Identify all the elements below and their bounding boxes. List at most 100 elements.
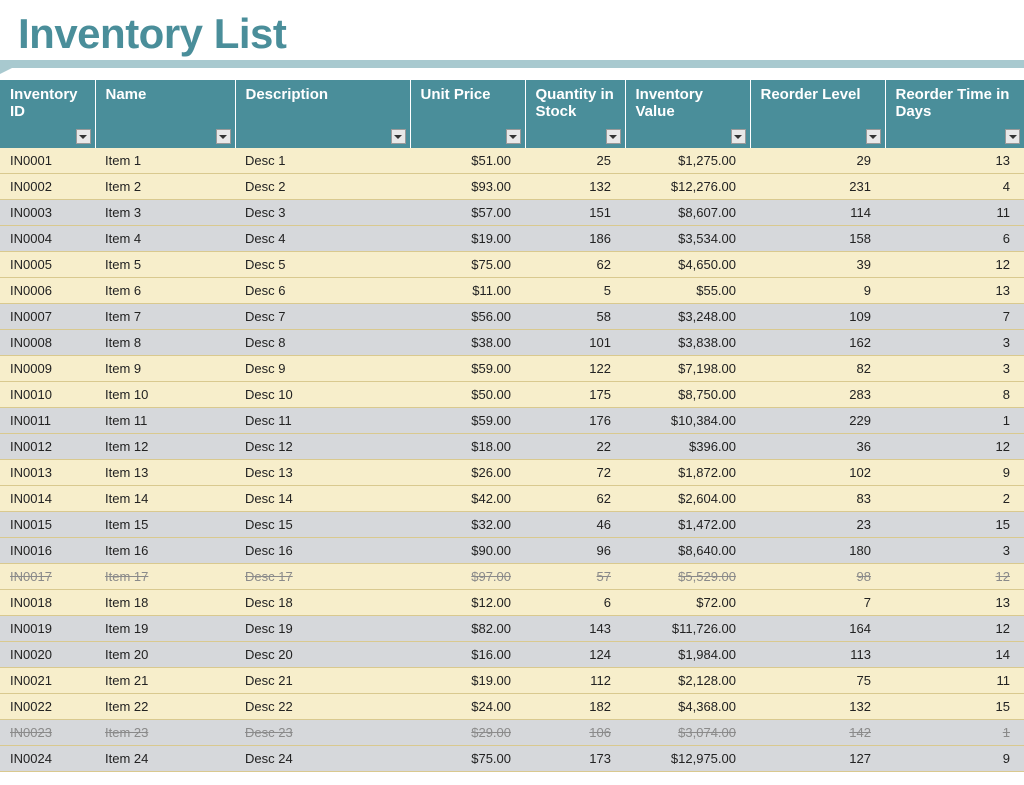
cell-name[interactable]: Item 12 <box>95 434 235 460</box>
cell-time[interactable]: 8 <box>885 382 1024 408</box>
cell-value[interactable]: $1,872.00 <box>625 460 750 486</box>
cell-qty[interactable]: 182 <box>525 694 625 720</box>
cell-price[interactable]: $19.00 <box>410 226 525 252</box>
cell-reorder[interactable]: 75 <box>750 668 885 694</box>
cell-name[interactable]: Item 11 <box>95 408 235 434</box>
cell-qty[interactable]: 5 <box>525 278 625 304</box>
cell-qty[interactable]: 132 <box>525 174 625 200</box>
cell-price[interactable]: $42.00 <box>410 486 525 512</box>
table-row[interactable]: IN0023Item 23Desc 23$29.00106$3,074.0014… <box>0 720 1024 746</box>
table-row[interactable]: IN0003Item 3Desc 3$57.00151$8,607.001141… <box>0 200 1024 226</box>
cell-reorder[interactable]: 127 <box>750 746 885 772</box>
cell-time[interactable]: 13 <box>885 590 1024 616</box>
cell-time[interactable]: 3 <box>885 330 1024 356</box>
cell-name[interactable]: Item 15 <box>95 512 235 538</box>
filter-dropdown-icon[interactable] <box>731 129 746 144</box>
cell-price[interactable]: $59.00 <box>410 356 525 382</box>
cell-desc[interactable]: Desc 8 <box>235 330 410 356</box>
table-row[interactable]: IN0005Item 5Desc 5$75.0062$4,650.003912 <box>0 252 1024 278</box>
cell-time[interactable]: 15 <box>885 512 1024 538</box>
filter-dropdown-icon[interactable] <box>506 129 521 144</box>
cell-desc[interactable]: Desc 9 <box>235 356 410 382</box>
column-header-price[interactable]: Unit Price <box>410 80 525 148</box>
cell-name[interactable]: Item 23 <box>95 720 235 746</box>
cell-value[interactable]: $3,074.00 <box>625 720 750 746</box>
cell-time[interactable]: 12 <box>885 616 1024 642</box>
cell-desc[interactable]: Desc 23 <box>235 720 410 746</box>
cell-reorder[interactable]: 114 <box>750 200 885 226</box>
cell-id[interactable]: IN0012 <box>0 434 95 460</box>
cell-time[interactable]: 3 <box>885 356 1024 382</box>
filter-dropdown-icon[interactable] <box>866 129 881 144</box>
table-row[interactable]: IN0016Item 16Desc 16$90.0096$8,640.00180… <box>0 538 1024 564</box>
cell-name[interactable]: Item 10 <box>95 382 235 408</box>
cell-price[interactable]: $82.00 <box>410 616 525 642</box>
cell-qty[interactable]: 62 <box>525 252 625 278</box>
cell-time[interactable]: 4 <box>885 174 1024 200</box>
cell-name[interactable]: Item 5 <box>95 252 235 278</box>
cell-qty[interactable]: 122 <box>525 356 625 382</box>
cell-value[interactable]: $12,975.00 <box>625 746 750 772</box>
cell-value[interactable]: $1,472.00 <box>625 512 750 538</box>
cell-reorder[interactable]: 39 <box>750 252 885 278</box>
table-row[interactable]: IN0004Item 4Desc 4$19.00186$3,534.001586 <box>0 226 1024 252</box>
cell-reorder[interactable]: 83 <box>750 486 885 512</box>
column-header-desc[interactable]: Description <box>235 80 410 148</box>
cell-qty[interactable]: 143 <box>525 616 625 642</box>
cell-name[interactable]: Item 21 <box>95 668 235 694</box>
cell-reorder[interactable]: 36 <box>750 434 885 460</box>
cell-value[interactable]: $11,726.00 <box>625 616 750 642</box>
cell-qty[interactable]: 106 <box>525 720 625 746</box>
cell-reorder[interactable]: 283 <box>750 382 885 408</box>
cell-id[interactable]: IN0008 <box>0 330 95 356</box>
table-row[interactable]: IN0008Item 8Desc 8$38.00101$3,838.001623 <box>0 330 1024 356</box>
cell-name[interactable]: Item 9 <box>95 356 235 382</box>
cell-desc[interactable]: Desc 24 <box>235 746 410 772</box>
cell-id[interactable]: IN0005 <box>0 252 95 278</box>
cell-value[interactable]: $1,984.00 <box>625 642 750 668</box>
cell-value[interactable]: $4,368.00 <box>625 694 750 720</box>
cell-desc[interactable]: Desc 3 <box>235 200 410 226</box>
cell-desc[interactable]: Desc 6 <box>235 278 410 304</box>
cell-name[interactable]: Item 20 <box>95 642 235 668</box>
table-row[interactable]: IN0006Item 6Desc 6$11.005$55.00913 <box>0 278 1024 304</box>
cell-id[interactable]: IN0013 <box>0 460 95 486</box>
cell-value[interactable]: $2,128.00 <box>625 668 750 694</box>
cell-price[interactable]: $38.00 <box>410 330 525 356</box>
cell-desc[interactable]: Desc 16 <box>235 538 410 564</box>
cell-reorder[interactable]: 142 <box>750 720 885 746</box>
cell-id[interactable]: IN0001 <box>0 148 95 174</box>
table-row[interactable]: IN0015Item 15Desc 15$32.0046$1,472.00231… <box>0 512 1024 538</box>
cell-price[interactable]: $75.00 <box>410 746 525 772</box>
table-row[interactable]: IN0010Item 10Desc 10$50.00175$8,750.0028… <box>0 382 1024 408</box>
cell-desc[interactable]: Desc 7 <box>235 304 410 330</box>
cell-value[interactable]: $8,607.00 <box>625 200 750 226</box>
cell-qty[interactable]: 173 <box>525 746 625 772</box>
filter-dropdown-icon[interactable] <box>391 129 406 144</box>
cell-desc[interactable]: Desc 13 <box>235 460 410 486</box>
cell-qty[interactable]: 72 <box>525 460 625 486</box>
cell-id[interactable]: IN0006 <box>0 278 95 304</box>
cell-qty[interactable]: 124 <box>525 642 625 668</box>
cell-name[interactable]: Item 24 <box>95 746 235 772</box>
cell-name[interactable]: Item 22 <box>95 694 235 720</box>
cell-id[interactable]: IN0011 <box>0 408 95 434</box>
cell-time[interactable]: 6 <box>885 226 1024 252</box>
table-row[interactable]: IN0018Item 18Desc 18$12.006$72.00713 <box>0 590 1024 616</box>
cell-reorder[interactable]: 132 <box>750 694 885 720</box>
column-header-value[interactable]: Inventory Value <box>625 80 750 148</box>
cell-price[interactable]: $56.00 <box>410 304 525 330</box>
cell-qty[interactable]: 176 <box>525 408 625 434</box>
column-header-id[interactable]: Inventory ID <box>0 80 95 148</box>
table-row[interactable]: IN0009Item 9Desc 9$59.00122$7,198.00823 <box>0 356 1024 382</box>
filter-dropdown-icon[interactable] <box>216 129 231 144</box>
cell-name[interactable]: Item 14 <box>95 486 235 512</box>
table-row[interactable]: IN0017Item 17Desc 17$97.0057$5,529.00981… <box>0 564 1024 590</box>
cell-price[interactable]: $75.00 <box>410 252 525 278</box>
cell-qty[interactable]: 101 <box>525 330 625 356</box>
cell-price[interactable]: $18.00 <box>410 434 525 460</box>
table-row[interactable]: IN0019Item 19Desc 19$82.00143$11,726.001… <box>0 616 1024 642</box>
cell-id[interactable]: IN0009 <box>0 356 95 382</box>
cell-price[interactable]: $19.00 <box>410 668 525 694</box>
cell-time[interactable]: 9 <box>885 746 1024 772</box>
